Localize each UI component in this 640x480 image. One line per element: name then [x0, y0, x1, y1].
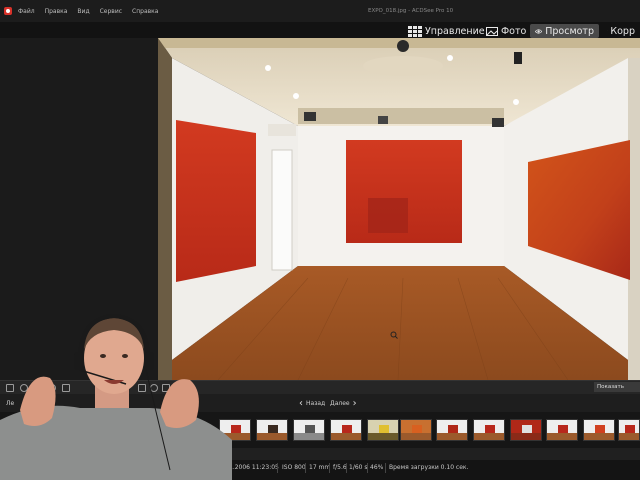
- presenter-video: [0, 313, 232, 480]
- presenter-webcam: [0, 300, 232, 480]
- thumbnail[interactable]: [436, 419, 468, 441]
- menu-bar: Файл Правка Вид Сервис Справка: [0, 0, 640, 22]
- next-label: Далее: [330, 400, 350, 407]
- grid-icon: [408, 25, 422, 37]
- thumbnail[interactable]: [256, 419, 288, 441]
- tab-manage-label: Управление: [425, 25, 485, 37]
- thumbnail[interactable]: [546, 419, 578, 441]
- zoom-in-icon: [390, 331, 398, 339]
- tab-develop[interactable]: Корр: [602, 24, 640, 38]
- back-label: Назад: [306, 400, 326, 407]
- eye-icon: [535, 28, 543, 34]
- thumbnail[interactable]: [293, 419, 325, 441]
- tab-photo-label: Фото: [501, 25, 527, 37]
- menu-edit[interactable]: Правка: [45, 8, 68, 15]
- divider: [277, 463, 278, 473]
- divider: [305, 463, 306, 473]
- info-load-time: Время загрузки 0.10 сек.: [389, 464, 469, 471]
- thumbnail[interactable]: [618, 419, 640, 441]
- tab-develop-label: Корр: [610, 25, 635, 37]
- back-button[interactable]: ‹ Назад: [299, 398, 325, 409]
- chevron-right-icon: ›: [352, 398, 357, 409]
- info-aperture: f/5.6: [333, 464, 347, 471]
- app-logo-icon: [4, 7, 12, 15]
- divider: [346, 463, 347, 473]
- tab-view[interactable]: Просмотр: [530, 24, 599, 38]
- divider: [329, 463, 330, 473]
- info-iso: ISO 800: [282, 464, 306, 471]
- photo-icon: [486, 27, 498, 36]
- tab-photo[interactable]: Фото: [481, 24, 531, 38]
- thumbnail[interactable]: [400, 419, 432, 441]
- divider: [385, 463, 386, 473]
- menu-help[interactable]: Справка: [132, 8, 158, 15]
- menu-file[interactable]: Файл: [18, 8, 35, 15]
- menu-tools[interactable]: Сервис: [100, 8, 122, 15]
- thumbnail[interactable]: [583, 419, 615, 441]
- thumbnail[interactable]: [367, 419, 399, 441]
- tab-manage[interactable]: Управление: [403, 24, 490, 38]
- window-title: EXPO_018.jpg - ACDSee Pro 10: [368, 8, 454, 14]
- show-original-button[interactable]: Показать ориги: [594, 382, 640, 400]
- info-focal: 17 mm: [309, 464, 331, 471]
- thumbnail[interactable]: [473, 419, 505, 441]
- thumbnail[interactable]: [330, 419, 362, 441]
- divider: [367, 463, 368, 473]
- menu-view[interactable]: Вид: [77, 8, 89, 15]
- next-button[interactable]: Далее ›: [330, 398, 357, 409]
- mode-bar: Управление Фото Просмотр Корр: [0, 22, 640, 38]
- tab-view-label: Просмотр: [545, 25, 594, 37]
- info-datetime: 1.2006 11:23:05: [229, 464, 279, 471]
- chevron-left-icon: ‹: [299, 398, 303, 409]
- info-shutter: 1/60 s: [349, 464, 368, 471]
- info-zoom: 46%: [370, 464, 384, 471]
- thumbnail[interactable]: [510, 419, 542, 441]
